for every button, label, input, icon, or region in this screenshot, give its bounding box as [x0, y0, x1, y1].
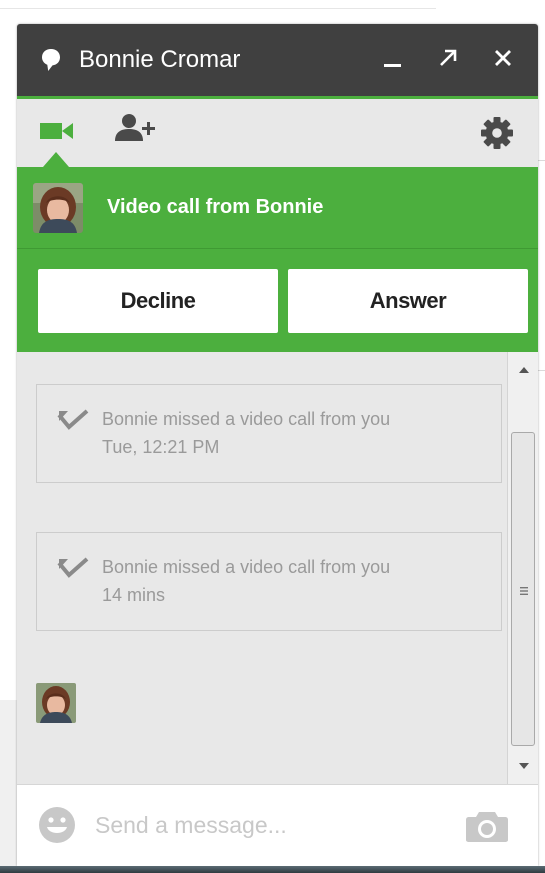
background-divider	[0, 8, 436, 9]
avatar	[36, 683, 76, 723]
decline-button[interactable]: Decline	[38, 269, 278, 333]
list-item: Bonnie missed a video call from you 14 m…	[36, 532, 502, 631]
background-divider	[538, 370, 545, 371]
pop-out-icon	[436, 46, 460, 75]
chat-bubble-icon	[41, 48, 61, 72]
message-input[interactable]	[95, 805, 455, 845]
scrollbar-thumb[interactable]	[511, 432, 535, 746]
minimize-icon	[381, 46, 405, 75]
screen: Bonnie Cromar Video call from Bonnie Dec…	[0, 0, 545, 873]
message-text-block: Bonnie missed a video call from you 14 m…	[102, 553, 390, 609]
add-person-icon[interactable]	[115, 113, 157, 145]
answer-button[interactable]: Answer	[288, 269, 528, 333]
taskbar	[0, 866, 545, 873]
message-time: Tue, 12:21 PM	[102, 437, 220, 457]
incoming-call-header: Video call from Bonnie	[17, 167, 538, 249]
emoji-icon[interactable]	[37, 805, 77, 845]
message-text: Bonnie missed a video call from you	[102, 557, 391, 577]
camera-icon[interactable]	[465, 809, 509, 843]
message-text-block: Bonnie missed a video call from you Tue,…	[102, 405, 390, 461]
video-camera-icon[interactable]	[39, 119, 75, 143]
missed-call-icon	[57, 557, 91, 581]
background-divider	[538, 160, 545, 161]
contact-name: Bonnie Cromar	[79, 46, 241, 73]
missed-call-icon	[57, 409, 91, 433]
chat-window: Bonnie Cromar Video call from Bonnie Dec…	[17, 24, 538, 866]
arrow-up-icon	[518, 361, 530, 379]
gear-icon[interactable]	[479, 115, 515, 151]
minimize-button[interactable]	[379, 46, 407, 74]
incoming-call-panel: Video call from Bonnie Decline Answer	[17, 167, 538, 352]
pop-out-button[interactable]	[434, 46, 462, 74]
scroll-up-button[interactable]	[508, 358, 538, 382]
message-composer	[17, 784, 538, 866]
close-button[interactable]	[489, 46, 517, 74]
grip-icon	[519, 583, 529, 595]
scroll-down-button[interactable]	[508, 754, 538, 778]
list-item: Bonnie missed a video call from you Tue,…	[36, 384, 502, 483]
message-text: Bonnie missed a video call from you	[102, 409, 391, 429]
chat-toolbar	[17, 99, 538, 167]
arrow-down-icon	[518, 757, 530, 775]
chat-titlebar[interactable]: Bonnie Cromar	[17, 24, 538, 96]
incoming-call-title: Video call from Bonnie	[107, 196, 324, 218]
background-panel	[0, 700, 17, 873]
active-tab-pointer	[43, 152, 69, 167]
close-icon	[491, 46, 515, 75]
message-list: Bonnie missed a video call from you Tue,…	[17, 352, 507, 784]
avatar	[33, 183, 83, 233]
message-scrollbar[interactable]	[507, 352, 538, 784]
message-time: 14 mins	[102, 585, 166, 605]
